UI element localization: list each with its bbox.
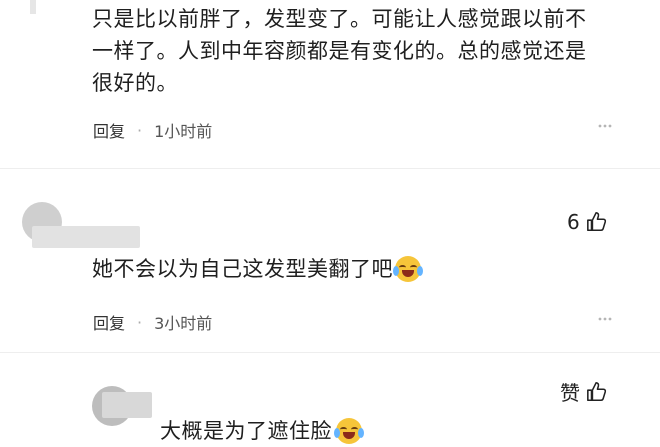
comment-2-meta: 回复 · 3小时前 (93, 310, 212, 334)
comment-3-text-content: 大概是为了遮住脸 (160, 419, 332, 443)
comment-3-like-label: 赞 (560, 381, 580, 405)
comment-1-separator: · (137, 120, 143, 140)
more-dots-icon (598, 124, 612, 128)
comment-1-line-3: 很好的。 (92, 71, 178, 95)
comment-2-text: 她不会以为自己这发型美翻了吧 (92, 253, 423, 285)
thumbs-up-icon (587, 381, 607, 401)
more-dots-icon (598, 317, 612, 321)
comment-2-like-count: 6 (567, 210, 580, 234)
comment-3-text: 大概是为了遮住脸 (160, 415, 364, 447)
divider (0, 168, 660, 169)
laugh-cry-emoji-icon (334, 418, 364, 444)
laugh-cry-emoji-icon (393, 256, 423, 282)
comment-2-reply-button[interactable]: 回复 (93, 310, 125, 334)
comment-2-separator: · (137, 312, 143, 332)
comment-1-more-icon[interactable] (598, 118, 612, 137)
comment-1-meta: 回复 · 1小时前 (93, 118, 212, 142)
comment-1-text: 只是比以前胖了，发型变了。可能让人感觉跟以前不 一样了。人到中年容颜都是有变化的… (92, 3, 587, 99)
comment-2-like-button[interactable]: 6 (567, 210, 608, 234)
comment-1-time: 1小时前 (154, 122, 213, 141)
comment-3-like-button[interactable]: 赞 (560, 377, 608, 406)
comment-1-line-1: 只是比以前胖了，发型变了。可能让人感觉跟以前不 (92, 7, 587, 31)
comment-2-text-content: 她不会以为自己这发型美翻了吧 (92, 257, 393, 281)
username-blurred[interactable] (102, 392, 152, 418)
comment-1-line-2: 一样了。人到中年容颜都是有变化的。总的感觉还是 (92, 39, 587, 63)
comment-1-reply-button[interactable]: 回复 (93, 118, 125, 142)
username-blurred[interactable] (32, 226, 140, 248)
thumbs-up-icon (586, 212, 606, 232)
avatar-partial (30, 0, 36, 14)
comment-2-time: 3小时前 (154, 314, 213, 333)
divider (0, 352, 660, 353)
comment-2-more-icon[interactable] (598, 311, 612, 330)
